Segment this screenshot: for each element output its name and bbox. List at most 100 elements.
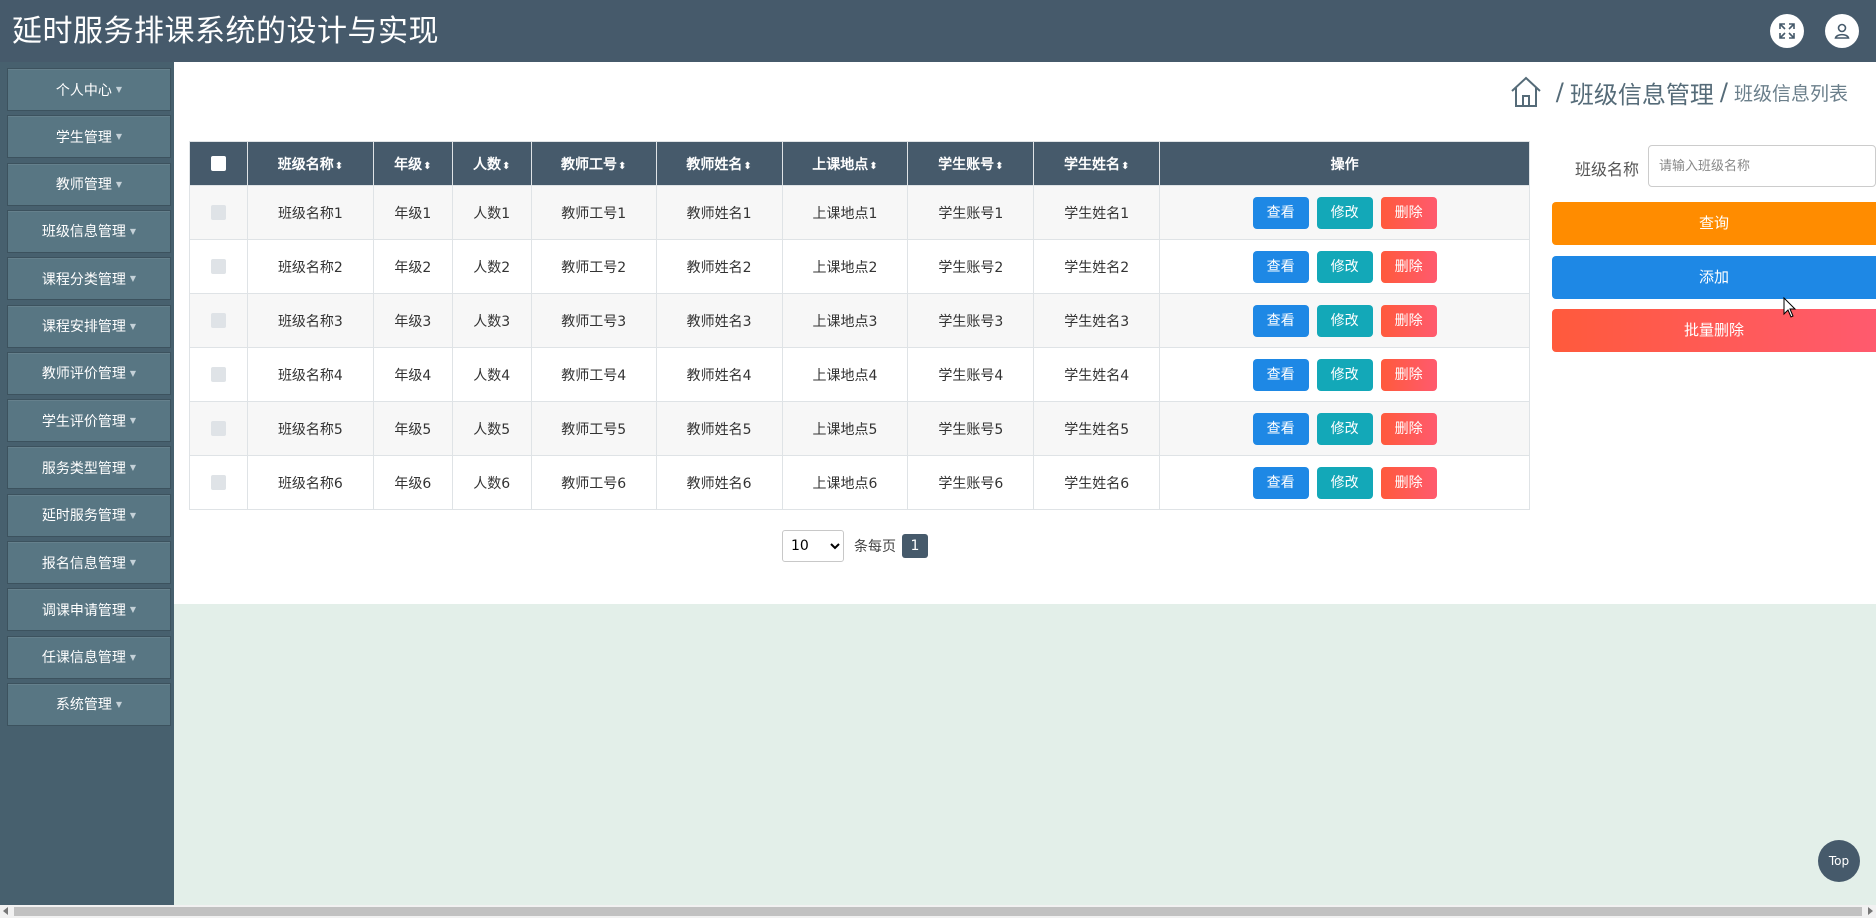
table-row: 班级名称4 年级4 人数4 教师工号4 教师姓名4 上课地点4 学生账号4 学生姓名4 查看 修改… — [189, 347, 1530, 402]
sort-icon[interactable]: ⬍ — [618, 161, 626, 172]
sidebar-nav-label: 报名信息管理 — [41, 555, 126, 572]
view-button[interactable]: 查看 — [1252, 304, 1309, 337]
edit-button[interactable]: 修改 — [1316, 412, 1373, 445]
table-cell: 上课地点2 — [781, 239, 909, 294]
breadcrumb-level2: 班级信息列表 — [1733, 82, 1848, 105]
view-button[interactable]: 查看 — [1252, 412, 1309, 445]
table-cell: 人数4 — [451, 347, 532, 402]
row-checkbox[interactable] — [210, 205, 226, 220]
horizontal-scrollbar[interactable] — [0, 905, 1876, 918]
table-header-row: 班级名称⬍ 年级⬍ 人数⬍ 教师工号⬍ 教师姓名⬍ 上课地点⬍ 学生账号⬍ 学生… — [189, 141, 1530, 186]
col-teacher-id[interactable]: 教师工号⬍ — [530, 141, 657, 186]
scroll-left-arrow-icon[interactable] — [3, 907, 8, 915]
row-select-cell — [189, 455, 248, 510]
sidebar-nav-label: 个人中心 — [55, 82, 112, 99]
sidebar-nav-label: 调课申请管理 — [41, 602, 126, 619]
view-button[interactable]: 查看 — [1252, 250, 1309, 283]
select-all-checkbox[interactable] — [210, 156, 226, 171]
caret-down-icon: ▼ — [115, 699, 123, 709]
row-select-cell — [189, 293, 248, 348]
delete-button[interactable]: 删除 — [1380, 466, 1437, 499]
sort-icon[interactable]: ⬍ — [335, 161, 343, 172]
sidebar-nav-item[interactable]: 个人中心 ▼ — [7, 68, 171, 111]
caret-down-icon: ▼ — [129, 463, 137, 473]
sidebar-nav-item[interactable]: 系统管理 ▼ — [7, 682, 171, 726]
home-icon[interactable] — [1508, 74, 1544, 110]
table-cell: 教师工号6 — [530, 455, 657, 510]
sidebar-nav-item[interactable]: 调课申请管理 ▼ — [7, 588, 171, 632]
table-cell: 学生账号5 — [907, 401, 1035, 456]
sort-icon[interactable]: ⬍ — [743, 161, 751, 172]
table-cell: 年级3 — [372, 293, 453, 348]
delete-button[interactable]: 删除 — [1380, 358, 1437, 391]
page-number-button[interactable]: 1 — [902, 534, 928, 558]
sort-icon[interactable]: ⬍ — [869, 161, 877, 172]
user-icon[interactable] — [1825, 14, 1859, 48]
row-checkbox[interactable] — [210, 367, 226, 382]
table-cell: 学生姓名6 — [1033, 455, 1161, 510]
row-checkbox[interactable] — [210, 259, 226, 274]
breadcrumb-level1[interactable]: 班级信息管理 — [1570, 75, 1714, 110]
edit-button[interactable]: 修改 — [1316, 304, 1373, 337]
col-grade[interactable]: 年级⬍ — [372, 141, 453, 186]
table-cell: 教师工号2 — [530, 239, 657, 294]
edit-button[interactable]: 修改 — [1316, 196, 1373, 229]
sidebar-nav-item[interactable]: 教师管理 ▼ — [7, 162, 171, 206]
table-cell: 教师工号3 — [530, 293, 657, 348]
class-name-search-input[interactable] — [1648, 145, 1876, 187]
table-cell: 人数5 — [451, 401, 532, 456]
col-location[interactable]: 上课地点⬍ — [781, 141, 909, 186]
edit-button[interactable]: 修改 — [1316, 250, 1373, 283]
edit-button[interactable]: 修改 — [1316, 358, 1373, 391]
row-checkbox[interactable] — [210, 313, 226, 328]
view-button[interactable]: 查看 — [1252, 358, 1309, 391]
edit-button[interactable]: 修改 — [1316, 466, 1373, 499]
sidebar-nav-item[interactable]: 教师评价管理 ▼ — [7, 351, 171, 395]
table-row: 班级名称3 年级3 人数3 教师工号3 教师姓名3 上课地点3 学生账号3 学生姓名3 查看 修改… — [189, 293, 1530, 348]
delete-button[interactable]: 删除 — [1380, 304, 1437, 337]
select-all-header[interactable] — [189, 141, 248, 186]
add-button[interactable]: 添加 — [1552, 256, 1876, 299]
sort-icon[interactable]: ⬍ — [423, 161, 431, 172]
sidebar-nav-item[interactable]: 报名信息管理 ▼ — [7, 541, 171, 584]
sidebar-nav-label: 系统管理 — [55, 697, 112, 714]
col-headcount[interactable]: 人数⬍ — [451, 141, 532, 186]
delete-button[interactable]: 删除 — [1380, 196, 1437, 229]
table-cell: 班级名称3 — [246, 293, 374, 348]
scrollbar-thumb[interactable] — [14, 907, 1862, 916]
table-cell: 人数6 — [451, 455, 532, 510]
sidebar-nav-item[interactable]: 学生管理 ▼ — [7, 115, 171, 159]
batch-delete-button[interactable]: 批量删除 — [1552, 309, 1876, 352]
sidebar-nav-item[interactable]: 服务类型管理 ▼ — [7, 446, 171, 490]
page-size-select[interactable]: 10 — [782, 530, 844, 562]
delete-button[interactable]: 删除 — [1380, 250, 1437, 283]
query-button[interactable]: 查询 — [1552, 202, 1876, 245]
sidebar-nav-item[interactable]: 延时服务管理 ▼ — [7, 493, 171, 537]
view-button[interactable]: 查看 — [1252, 466, 1309, 499]
table-cell: 人数2 — [451, 239, 532, 294]
col-class-name[interactable]: 班级名称⬍ — [246, 141, 374, 186]
sidebar-nav-item[interactable]: 课程分类管理 ▼ — [7, 257, 171, 301]
caret-down-icon: ▼ — [115, 85, 123, 94]
scroll-right-arrow-icon[interactable] — [1868, 907, 1873, 915]
row-select-cell — [189, 401, 248, 456]
delete-button[interactable]: 删除 — [1380, 412, 1437, 445]
col-student-account[interactable]: 学生账号⬍ — [907, 141, 1035, 186]
col-teacher-name[interactable]: 教师姓名⬍ — [655, 141, 783, 186]
sidebar-nav-item[interactable]: 班级信息管理 ▼ — [7, 209, 171, 253]
row-checkbox[interactable] — [210, 421, 226, 436]
row-checkbox[interactable] — [210, 475, 226, 490]
sort-icon[interactable]: ⬍ — [502, 161, 510, 172]
col-student-name[interactable]: 学生姓名⬍ — [1033, 141, 1161, 186]
view-button[interactable]: 查看 — [1252, 196, 1309, 229]
back-to-top-button[interactable]: Top — [1818, 840, 1860, 882]
table-row: 班级名称5 年级5 人数5 教师工号5 教师姓名5 上课地点5 学生账号5 学生姓名5 查看 修改… — [189, 401, 1530, 456]
sidebar-nav-item[interactable]: 学生评价管理 ▼ — [7, 399, 171, 443]
col-actions: 操作 — [1159, 141, 1530, 186]
sort-icon[interactable]: ⬍ — [1121, 161, 1129, 172]
sidebar-nav-item[interactable]: 任课信息管理 ▼ — [7, 635, 171, 679]
table-cell: 学生账号4 — [907, 347, 1035, 402]
fullscreen-icon[interactable] — [1770, 14, 1804, 48]
sort-icon[interactable]: ⬍ — [995, 161, 1003, 172]
sidebar-nav-item[interactable]: 课程安排管理 ▼ — [7, 304, 171, 348]
